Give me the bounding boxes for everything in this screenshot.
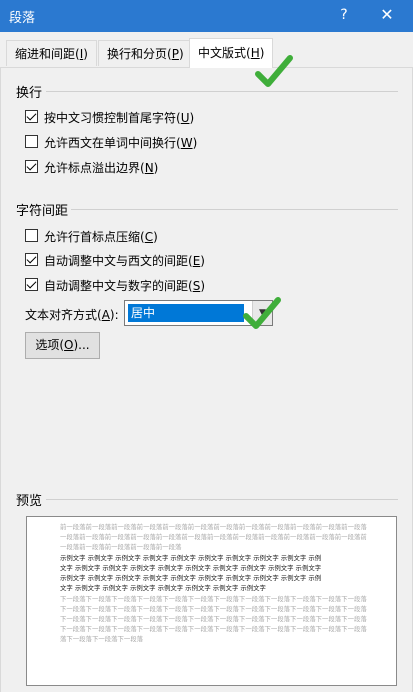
preview-group-title: 预览	[16, 494, 43, 509]
preview-sample-text: 文字 示例文字 示例文字 示例文字 示例文字 示例文字 示例文字 示例文字	[60, 584, 266, 592]
text-align-selected-value: 居中	[128, 304, 244, 322]
preview-sample-text: 文字 示例文字 示例文字 示例文字 示例文字 示例文字 示例文字 示例文字 示例…	[60, 564, 322, 572]
dialog-title: 段落	[9, 11, 36, 26]
close-button[interactable]: ✕	[374, 3, 400, 27]
preview-next-paragraph: 下一段落下一段落下一段落下一段落下一段落下一段落下一段落下一段落下一段落下一段落…	[60, 605, 367, 613]
tab-line-page-breaks[interactable]: 换行和分页(P)	[98, 40, 193, 66]
group-divider	[46, 91, 398, 92]
char-spacing-group-title: 字符间距	[16, 204, 69, 219]
preview-prev-paragraph: 一段落前一段落前一段落前一段落前一段落	[60, 543, 182, 551]
preview-next-paragraph: 下一段落下一段落下一段落下一段落下一段落下一段落下一段落下一段落下一段落下一段落…	[60, 615, 367, 623]
line-break-group-title: 换行	[16, 86, 43, 101]
checkbox-overflow-punct[interactable]	[25, 160, 38, 173]
group-divider	[46, 499, 398, 500]
preview-sample-text: 示例文字 示例文字 示例文字 示例文字 示例文字 示例文字 示例文字 示例文字 …	[60, 574, 322, 582]
preview-box: 前一段落前一段落前一段落前一段落前一段落前一段落前一段落前一段落前一段落前一段落…	[26, 516, 397, 686]
text-align-label: 文本对齐方式(A):	[25, 308, 119, 322]
checkbox-auto-space-latin[interactable]	[25, 253, 38, 266]
preview-next-paragraph: 下一段落下一段落下一段落下一段落下一段落下一段落下一段落下一段落下一段落下一段落…	[60, 595, 367, 603]
preview-next-paragraph: 下一段落下一段落下一段落下一段落下一段落下一段落下一段落下一段落下一段落下一段落…	[60, 625, 367, 633]
preview-prev-paragraph: 前一段落前一段落前一段落前一段落前一段落前一段落前一段落前一段落前一段落前一段落…	[60, 523, 367, 531]
preview-prev-paragraph: 一段落前一段落前一段落前一段落前一段落前一段落前一段落前一段落前一段落前一段落前…	[60, 533, 367, 541]
options-button[interactable]: 选项(O)...	[25, 332, 100, 359]
checkbox-compress-punct[interactable]	[25, 229, 38, 242]
preview-sample-text: 示例文字 示例文字 示例文字 示例文字 示例文字 示例文字 示例文字 示例文字 …	[60, 554, 322, 562]
checkbox-auto-space-digit[interactable]	[25, 278, 38, 291]
green-checkmark-icon	[243, 297, 281, 329]
help-button[interactable]: ?	[333, 3, 355, 27]
title-bar: 段落 ? ✕	[0, 0, 413, 32]
preview-next-paragraph: 落下一段落下一段落下一段落	[60, 635, 144, 643]
tab-indent-spacing[interactable]: 缩进和间距(I)	[6, 40, 97, 66]
checkbox-han-kinsoku[interactable]	[25, 110, 38, 123]
group-divider	[71, 209, 398, 210]
tab-bar: 缩进和间距(I) 换行和分页(P) 中文版式(H)	[0, 32, 413, 68]
checkbox-word-wrap[interactable]	[25, 135, 38, 148]
tab-asian-typography[interactable]: 中文版式(H)	[189, 38, 274, 68]
